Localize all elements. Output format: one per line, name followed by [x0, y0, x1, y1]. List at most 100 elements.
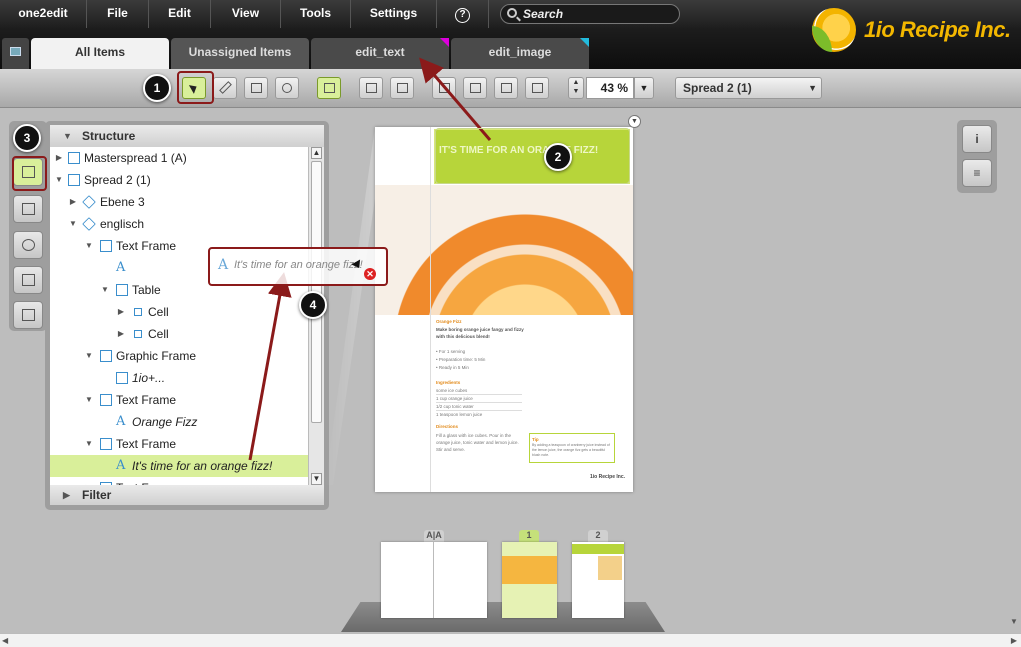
info-icon: i	[975, 132, 979, 146]
filter-header[interactable]: ▶ Filter	[50, 485, 324, 505]
collapse-icon[interactable]: ▼	[84, 345, 94, 367]
scroll-up-icon[interactable]: ▲	[311, 147, 322, 159]
ingredients-heading: Ingredients	[436, 380, 461, 385]
expand-icon[interactable]: ▶	[54, 147, 64, 169]
canvas-vertical-scrollbar[interactable]: ▼	[1008, 108, 1021, 633]
callout-1: 1	[143, 74, 171, 102]
tree-row-layer[interactable]: ▼ englisch	[50, 213, 308, 235]
menu-view[interactable]: View	[211, 0, 281, 28]
tree-row-graphic-frame[interactable]: ▼ Graphic Frame	[50, 345, 308, 367]
tab-all-items[interactable]: All Items	[31, 38, 169, 69]
expand-icon[interactable]: ▶	[84, 477, 94, 485]
callout-3: 3	[13, 124, 41, 152]
layer-icon	[82, 195, 96, 209]
zoom-dropdown-button[interactable]: ▼	[634, 77, 654, 99]
menu-file[interactable]: File	[87, 0, 149, 28]
tab-label: Unassigned Items	[188, 45, 292, 59]
text-frame-icon	[100, 240, 112, 252]
info-button[interactable]: i	[962, 125, 992, 153]
pencil-tool-button[interactable]	[213, 77, 237, 99]
table-rule	[436, 410, 522, 411]
tree-label: Graphic Frame	[116, 349, 197, 363]
tree-row-masterspread[interactable]: ▶ Masterspread 1 (A)	[50, 147, 308, 169]
collapse-icon[interactable]: ▼	[54, 169, 64, 191]
cell-icon	[134, 330, 142, 338]
collapse-icon[interactable]: ▼	[84, 389, 94, 411]
chevron-down-icon: ▼	[639, 83, 649, 93]
expand-icon[interactable]: ▶	[116, 301, 126, 323]
menu-edit[interactable]: Edit	[149, 0, 211, 28]
tree-row-layer[interactable]: ▶ Ebene 3	[50, 191, 308, 213]
tree-row-spread[interactable]: ▼ Spread 2 (1)	[50, 169, 308, 191]
zoom-input[interactable]: 43 %	[586, 77, 634, 99]
collapse-icon[interactable]: ▼	[100, 279, 110, 301]
tree-row-text-frame[interactable]: ▼ Text Frame	[50, 433, 308, 455]
two-column-icon	[470, 83, 481, 93]
text-button[interactable]	[390, 77, 414, 99]
page-2-thumbnail[interactable]	[572, 542, 624, 618]
comment-tool-button[interactable]	[317, 77, 341, 99]
frame-tool-button[interactable]	[244, 77, 268, 99]
scroll-down-icon[interactable]: ▼	[311, 473, 322, 485]
speech-bubble-icon	[324, 83, 335, 93]
tasks-panel-button[interactable]	[13, 266, 43, 294]
masterspread-thumbnail[interactable]	[381, 542, 487, 618]
menu-help[interactable]: ?	[437, 0, 489, 28]
tree-row-text-frame[interactable]: ▶ Text Frame	[50, 477, 308, 485]
tip-text: By adding a teaspoon of cranberry juice …	[532, 443, 610, 457]
menu-app[interactable]: one2edit	[0, 0, 87, 28]
scroll-left-icon[interactable]: ◀	[2, 636, 8, 645]
history-panel-button[interactable]	[13, 231, 43, 259]
expand-icon[interactable]: ▶	[68, 191, 78, 213]
collapse-icon[interactable]: ▼	[84, 235, 94, 257]
collapse-icon[interactable]: ▼	[84, 433, 94, 455]
expand-triangle-icon: ▶	[63, 490, 70, 500]
layout-button-4[interactable]	[525, 77, 549, 99]
layer-icon	[82, 217, 96, 231]
layout-button-1[interactable]	[432, 77, 456, 99]
tree-label: englisch	[100, 217, 145, 231]
recipe-title: Orange Fizz	[436, 319, 462, 324]
tree-row-image[interactable]: 1io+...	[50, 367, 308, 389]
comments-panel-button[interactable]	[13, 301, 43, 329]
structure-panel: ▼ Structure ▶ Masterspread 1 (A) ▼ Sprea…	[45, 121, 329, 510]
tree-label: Cell	[148, 305, 169, 319]
page-menu-icon[interactable]: ▼	[628, 115, 641, 128]
zoom-tool-button[interactable]	[275, 77, 299, 99]
tree-row-cell[interactable]: ▶ Cell	[50, 323, 308, 345]
collapse-icon[interactable]: ▼	[68, 213, 78, 235]
tree-label: Ebene 3	[100, 195, 145, 209]
tree-label: Text Frame	[116, 477, 176, 485]
orange-photo	[375, 185, 633, 315]
tree-row-text-frame[interactable]: ▼ Text Frame	[50, 389, 308, 411]
spread-icon	[68, 174, 80, 186]
page-1-thumbnail[interactable]	[502, 542, 557, 618]
structure-header[interactable]: ▼ Structure	[50, 125, 324, 147]
ingredient-row: some ice cubes	[436, 388, 468, 393]
image-button[interactable]	[359, 77, 383, 99]
expand-icon[interactable]: ▶	[116, 323, 126, 345]
search-input[interactable]: Search	[500, 4, 680, 24]
spread-select[interactable]: Spread 2 (1) ▼	[675, 77, 822, 99]
layout-button-2[interactable]	[463, 77, 487, 99]
scroll-down-icon[interactable]: ▼	[1010, 617, 1018, 626]
menu-tools[interactable]: Tools	[281, 0, 351, 28]
tree-row-text-selected[interactable]: A It's time for an orange fizz!	[50, 455, 308, 477]
layout-button-3[interactable]	[494, 77, 518, 99]
collapse-triangle-icon: ▼	[63, 131, 72, 141]
zoom-stepper[interactable]: ▲ ▼	[568, 77, 584, 99]
page-footer-logo: 1io Recipe Inc.	[590, 474, 626, 480]
tab-edit-image[interactable]: edit_image	[451, 38, 589, 69]
scroll-right-icon[interactable]: ▶	[1011, 636, 1017, 645]
menu-settings[interactable]: Settings	[351, 0, 437, 28]
layers-panel-button[interactable]	[13, 195, 43, 223]
tab-edit-text[interactable]: edit_text	[311, 38, 449, 69]
tree-row-cell[interactable]: ▶ Cell	[50, 301, 308, 323]
home-tab-icon[interactable]	[2, 38, 29, 69]
ingredient-row: 1 cup orange juice	[436, 396, 473, 401]
tree-row-text[interactable]: A Orange Fizz	[50, 411, 308, 433]
properties-button[interactable]: ≡	[962, 159, 992, 187]
canvas-horizontal-scrollbar[interactable]: ◀ ▶	[0, 633, 1021, 647]
tab-unassigned-items[interactable]: Unassigned Items	[171, 38, 309, 69]
structure-title: Structure	[82, 129, 136, 143]
